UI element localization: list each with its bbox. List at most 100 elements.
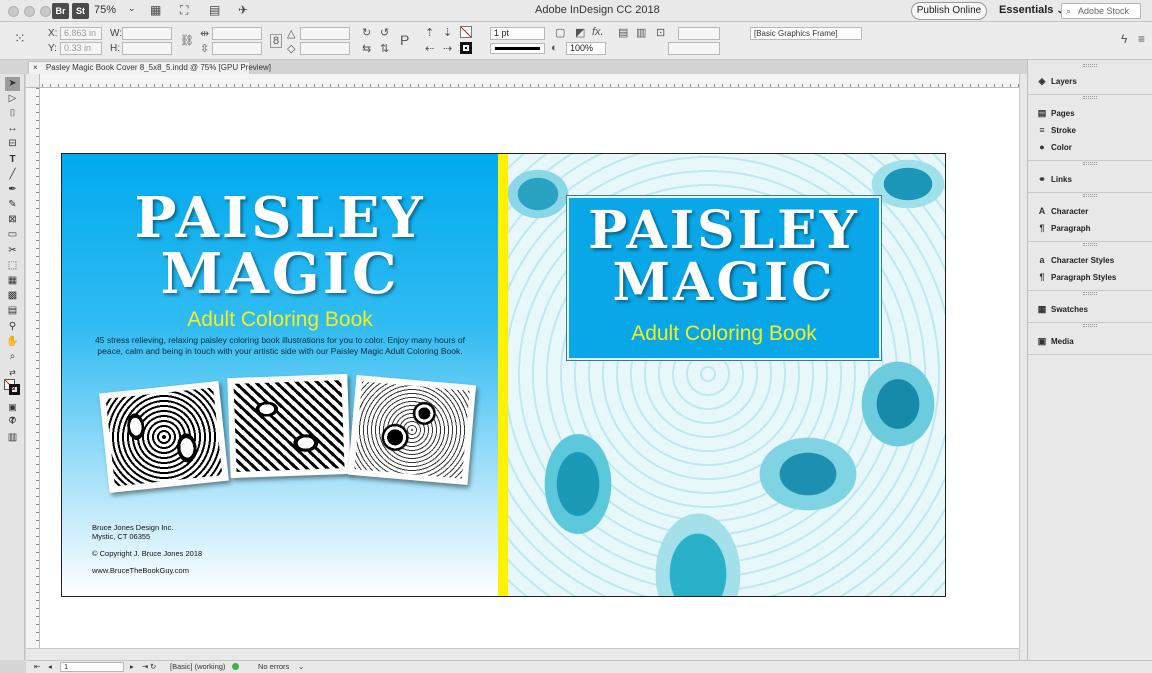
panel-media[interactable]: ▣ Media [1036,334,1146,348]
select-container-icon[interactable]: ⇡ [425,26,434,39]
text-wrap-icon[interactable]: ⊡ [656,26,665,39]
minimize-window-button[interactable] [24,6,35,17]
panel-paragraph-styles[interactable]: ¶ Paragraph Styles [1036,270,1146,284]
panel-color[interactable]: ● Color [1036,140,1146,154]
arrange-documents-icon[interactable]: ▤ [209,3,220,17]
close-icon[interactable]: × [33,63,38,72]
page-tool-icon[interactable]: ⌷ [5,107,20,121]
gradient-swatch-tool-icon[interactable]: ▦ [5,274,20,288]
flip-vertical-icon[interactable]: ⇅ [380,42,389,55]
open-page-icon[interactable]: ↻ [150,662,156,671]
panel-swatches[interactable]: ▦ Swatches [1036,302,1146,316]
page-number-field[interactable]: 1 [60,662,124,672]
chevron-down-icon[interactable]: ⌄ [298,662,304,671]
previous-page-icon[interactable]: ◂ [48,662,52,671]
panel-grip[interactable] [1083,96,1097,99]
cover-spread[interactable]: PAISLEY MAGIC Adult Coloring Book 45 str… [61,153,946,597]
bridge-button[interactable]: Br [52,3,69,19]
rotate-cw-icon[interactable]: ↻ [362,26,371,39]
hand-tool-icon[interactable]: ✋ [5,335,20,349]
fill-swatch[interactable] [460,26,472,38]
chevron-down-icon[interactable]: ⌄ [128,3,136,14]
lightning-icon[interactable]: ϟ [1121,32,1127,46]
pencil-tool-icon[interactable]: ✎ [5,198,20,212]
default-colors-icon[interactable]: ⇄ [5,366,20,380]
panel-pages[interactable]: ▤ Pages [1036,106,1146,120]
eyedropper-tool-icon[interactable]: ⚲ [5,320,20,334]
constrain-proportions-icon[interactable]: ⛓ [180,34,194,47]
rotation-field[interactable] [300,27,350,40]
panel-stroke[interactable]: ≡ Stroke [1036,123,1146,137]
panel-grip[interactable] [1083,162,1097,165]
shear-field[interactable] [300,42,350,55]
opacity-field[interactable]: 100% [566,42,606,55]
publish-online-button[interactable]: Publish Online [911,2,987,20]
panel-links[interactable]: ⚭ Links [1036,172,1146,186]
rectangle-tool-icon[interactable]: ▭ [5,228,20,242]
y-position-field[interactable]: 0.33 in [60,42,102,55]
type-tool-icon[interactable]: T [5,153,20,167]
width-field[interactable] [122,27,172,40]
panel-character[interactable]: A Character [1036,204,1146,218]
wrap-offset-field[interactable] [678,27,720,40]
document-tab[interactable]: × Pasley Magic Book Cover 8_5x8_5.indd @… [28,61,271,74]
reference-point-icon[interactable]: ⁙ [14,30,26,47]
rotate-ccw-icon[interactable]: ↺ [380,26,389,39]
screen-mode-icon[interactable]: ⛶ [180,3,188,18]
free-transform-tool-icon[interactable]: ⬚ [5,259,20,273]
select-next-icon[interactable]: ⇢ [443,42,452,55]
flip-horizontal-icon[interactable]: ⇆ [362,42,371,55]
view-options-icon[interactable]: ▦ [150,3,161,17]
scale-y-field[interactable] [212,42,262,55]
note-tool-icon[interactable]: ▤ [5,304,20,318]
stroke-swatch-tool[interactable] [9,384,20,395]
next-page-icon[interactable]: ▸ [130,662,134,671]
object-style-select[interactable]: [Basic Graphics Frame] [750,27,862,40]
apply-none-icon[interactable]: ⊘ [5,414,20,428]
stroke-swatch[interactable] [460,42,472,54]
rectangle-frame-tool-icon[interactable]: ⊠ [5,213,20,227]
select-previous-icon[interactable]: ⇠ [425,42,434,55]
stock-button[interactable]: St [72,3,89,19]
horizontal-scrollbar[interactable] [26,648,1019,660]
frame-fitting-select[interactable] [668,42,720,55]
screen-mode-tool-icon[interactable]: ▥ [5,431,20,445]
ruler-origin[interactable] [26,74,40,88]
pen-tool-icon[interactable]: ✒ [5,183,20,197]
zoom-level-select[interactable]: 75% [94,4,116,16]
last-page-icon[interactable]: ⇥ [142,662,148,671]
vertical-ruler[interactable] [26,88,40,648]
panel-grip[interactable] [1083,243,1097,246]
first-page-icon[interactable]: ⇤ [34,662,40,671]
align-center-icon[interactable]: ▥ [636,26,646,39]
selection-tool-icon[interactable]: ➤ [5,77,20,91]
height-field[interactable] [122,42,172,55]
panel-character-styles[interactable]: a Character Styles [1036,253,1146,267]
gpu-performance-icon[interactable]: ✈ [238,3,248,17]
adobe-stock-search-input[interactable]: ⌕ Adobe Stock [1061,3,1141,19]
panel-menu-icon[interactable]: ≡ [1138,32,1145,46]
formatting-affects-container-icon[interactable]: ▣ T [5,400,20,426]
panel-layers[interactable]: ◈ Layers [1036,74,1146,88]
close-window-button[interactable] [8,6,19,17]
horizontal-ruler[interactable] [26,74,1019,88]
panel-grip[interactable] [1083,64,1097,67]
gradient-feather-tool-icon[interactable]: ▩ [5,289,20,303]
front-cover[interactable]: PAISLEY MAGIC Adult Coloring Book [508,154,945,596]
zoom-window-button[interactable] [40,6,51,17]
x-position-field[interactable]: 6.863 in [60,27,102,40]
workspace-switcher[interactable]: Essentials ⌄ [999,4,1064,16]
back-cover[interactable]: PAISLEY MAGIC Adult Coloring Book 45 str… [62,154,498,596]
spine[interactable] [498,154,508,596]
line-tool-icon[interactable]: ╱ [5,168,20,182]
drop-shadow-icon[interactable]: ▢ [555,26,565,39]
gap-tool-icon[interactable]: ↔ [5,122,20,136]
panel-grip[interactable] [1083,194,1097,197]
scissors-tool-icon[interactable]: ✂ [5,244,20,258]
constrain-scale-icon[interactable]: 8 [270,34,283,48]
scale-x-field[interactable] [212,27,262,40]
panel-grip[interactable] [1083,292,1097,295]
stroke-weight-field[interactable]: 1 pt [490,27,545,40]
select-content-icon[interactable]: ⇣ [443,26,452,39]
preflight-profile[interactable]: [Basic] (working) [170,662,225,671]
